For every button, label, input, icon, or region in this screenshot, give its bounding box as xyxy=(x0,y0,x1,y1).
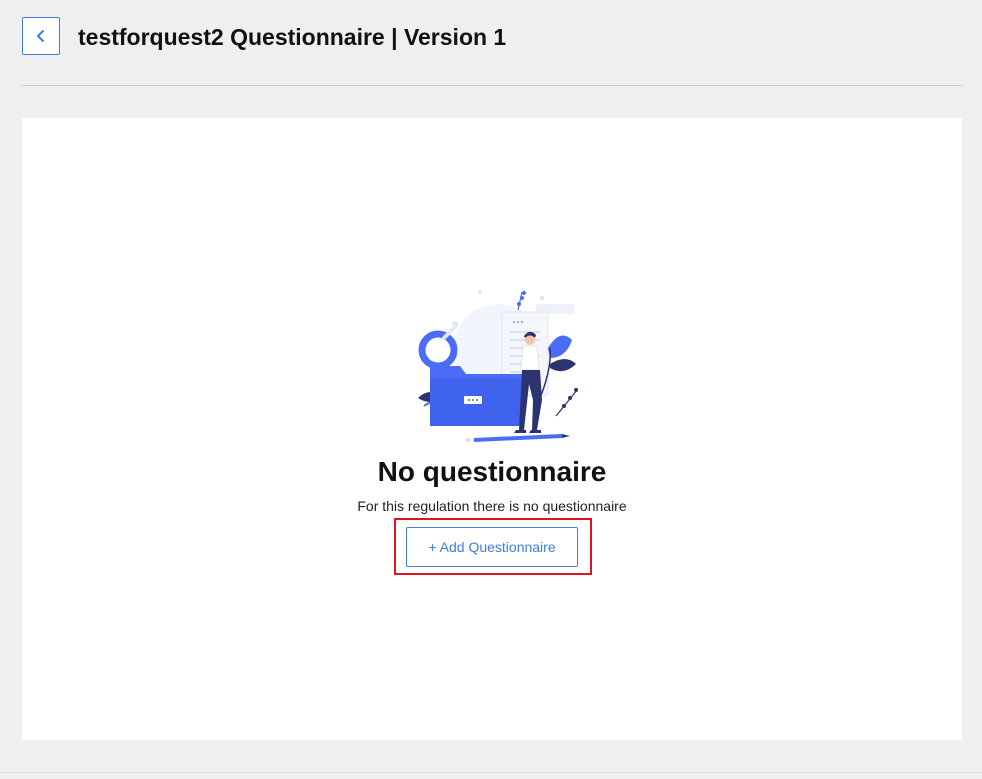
content-panel: No questionnaire For this regulation the… xyxy=(22,118,962,740)
header-divider xyxy=(22,85,962,86)
back-button[interactable] xyxy=(22,17,60,55)
person-with-folder-illustration xyxy=(418,290,578,442)
page: testforquest2 Questionnaire | Version 1 xyxy=(0,0,982,779)
header: testforquest2 Questionnaire | Version 1 xyxy=(0,0,982,86)
bottom-divider xyxy=(0,772,982,773)
chevron-left-icon xyxy=(37,30,44,42)
page-title: testforquest2 Questionnaire | Version 1 xyxy=(78,24,507,50)
empty-state-subtitle: For this regulation there is no question… xyxy=(357,498,627,514)
add-questionnaire-button[interactable]: + Add Questionnaire xyxy=(406,527,578,567)
empty-state-title: No questionnaire xyxy=(377,456,607,487)
